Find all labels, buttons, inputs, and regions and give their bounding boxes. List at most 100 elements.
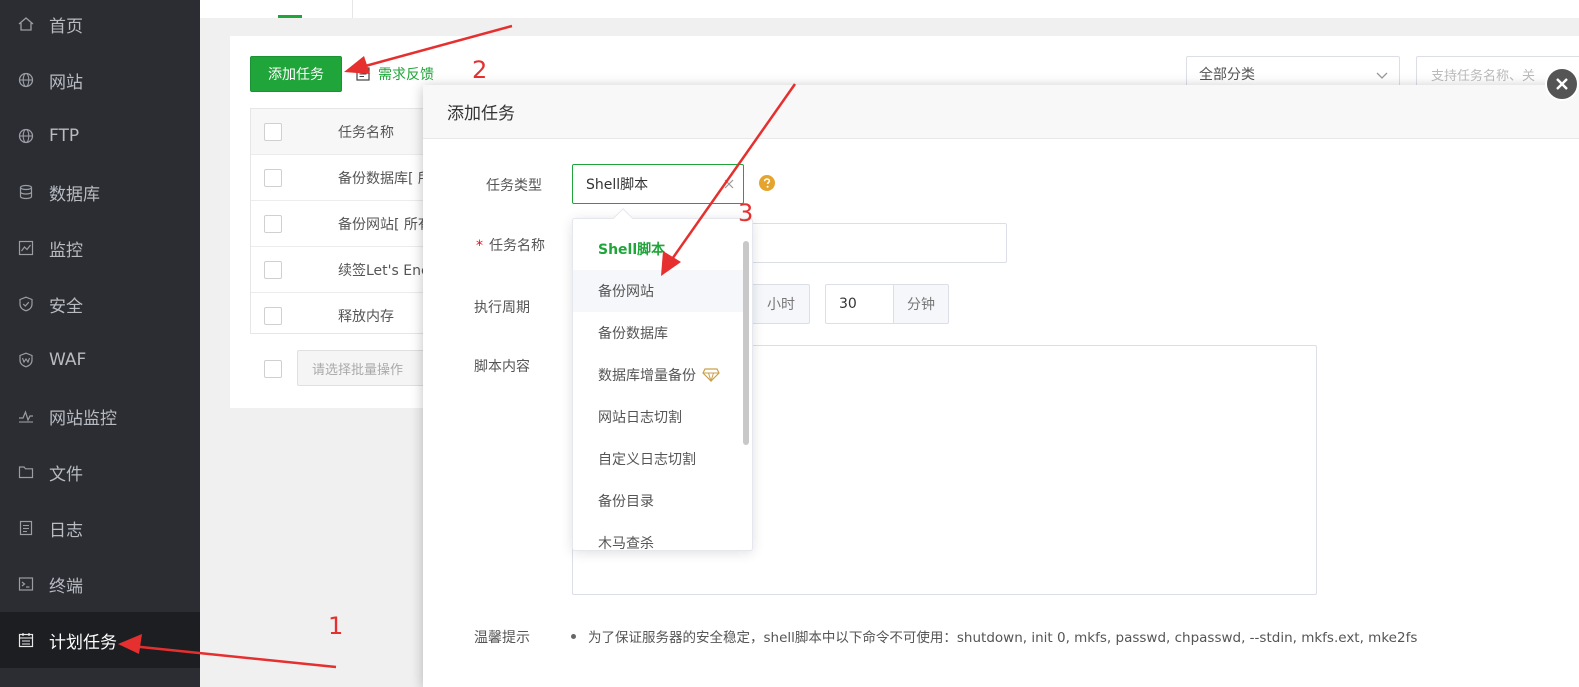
task-name-label: * 任务名称 — [476, 235, 545, 255]
sidebar-item-ftp[interactable]: FTP — [0, 108, 200, 164]
sidebar-item-label: 网站 — [49, 72, 83, 93]
sidebar: 首页 网站 FTP 数据库 监控 安全 WAF 网站监控 文件 日志 终端 计划… — [0, 0, 200, 687]
row-checkbox[interactable] — [264, 260, 282, 279]
tips-label: 温馨提示 — [474, 630, 530, 646]
feedback-icon — [356, 67, 370, 81]
tab-divider — [352, 0, 353, 18]
feedback-label: 需求反馈 — [378, 67, 434, 83]
dialog-close-button[interactable] — [1545, 67, 1579, 101]
row-checkbox[interactable] — [264, 214, 282, 233]
required-mark: * — [476, 238, 483, 254]
annotation-label-1: 1 — [328, 612, 344, 640]
option-label: 数据库增量备份 — [598, 368, 696, 384]
sidebar-item-label: 计划任务 — [49, 632, 117, 653]
column-header-task-name: 任务名称 — [338, 124, 394, 141]
sidebar-item-label: WAF — [49, 350, 87, 370]
option-site-log-rotation[interactable]: 网站日志切割 — [573, 396, 743, 438]
close-icon — [1556, 78, 1568, 90]
help-icon[interactable] — [759, 175, 775, 191]
option-backup-database[interactable]: 备份数据库 — [573, 312, 743, 354]
annotation-label-2: 2 — [472, 56, 488, 84]
row-checkbox[interactable] — [264, 168, 282, 187]
select-all-checkbox[interactable] — [264, 122, 282, 141]
close-icon[interactable] — [723, 178, 735, 190]
task-name-label-text: 任务名称 — [489, 238, 545, 254]
sidebar-item-label: 终端 — [49, 576, 83, 597]
feedback-link[interactable]: 需求反馈 — [356, 62, 434, 86]
sidebar-item-site-monitor[interactable]: 网站监控 — [0, 388, 200, 444]
sidebar-item-terminal[interactable]: 终端 — [0, 556, 200, 612]
calendar-icon — [18, 632, 34, 648]
premium-gem-icon — [702, 368, 720, 382]
task-table: 任务名称 备份数据库[ 所 备份网站[ 所有 续签Let's Encr 释放内存 — [250, 108, 430, 334]
sidebar-item-monitor[interactable]: 监控 — [0, 220, 200, 276]
sidebar-item-label: 日志 — [49, 520, 83, 541]
sidebar-item-security[interactable]: 安全 — [0, 276, 200, 332]
shield-icon — [18, 352, 34, 368]
table-row: 备份数据库[ 所 — [251, 155, 430, 201]
globe-icon — [18, 128, 34, 144]
sidebar-item-label: 网站监控 — [49, 408, 117, 429]
sidebar-item-home[interactable]: 首页 — [0, 0, 200, 52]
dialog-title: 添加任务 — [423, 85, 1579, 139]
table-row: 续签Let's Encr — [251, 247, 430, 293]
category-filter-value: 全部分类 — [1199, 67, 1255, 83]
tips-text: 为了保证服务器的安全稳定，shell脚本中以下命令不可使用：shutdown, … — [571, 626, 1417, 646]
document-icon — [18, 520, 34, 536]
task-type-dropdown: Shell脚本 备份网站 备份数据库 数据库增量备份 网站日志切割 自定义日志切… — [572, 218, 753, 551]
minute-unit-label: 分钟 — [893, 284, 949, 324]
sidebar-item-websites[interactable]: 网站 — [0, 52, 200, 108]
option-backup-directory[interactable]: 备份目录 — [573, 480, 743, 522]
task-name-cell: 备份网站[ 所有 — [338, 216, 430, 233]
table-row: 备份网站[ 所有 — [251, 201, 430, 247]
sidebar-item-logs[interactable]: 日志 — [0, 500, 200, 556]
sidebar-item-label: 监控 — [49, 240, 83, 261]
sidebar-item-label: FTP — [49, 126, 80, 146]
home-icon — [18, 16, 34, 32]
row-checkbox[interactable] — [264, 306, 282, 325]
tips-text-content: 为了保证服务器的安全稳定，shell脚本中以下命令不可使用：shutdown, … — [588, 630, 1418, 646]
option-incremental-db-backup[interactable]: 数据库增量备份 — [573, 354, 743, 396]
period-label: 执行周期 — [474, 300, 530, 316]
table-row: 释放内存 — [251, 293, 429, 333]
task-type-label: 任务类型 — [486, 178, 542, 194]
sidebar-item-label: 安全 — [49, 296, 83, 317]
task-name-input[interactable] — [750, 223, 1007, 263]
batch-select-checkbox[interactable] — [264, 360, 282, 378]
folder-icon — [18, 464, 34, 480]
script-content-label: 脚本内容 — [474, 359, 530, 375]
option-custom-log-rotation[interactable]: 自定义日志切割 — [573, 438, 743, 480]
option-shell-script[interactable]: Shell脚本 — [573, 228, 743, 270]
sidebar-item-files[interactable]: 文件 — [0, 444, 200, 500]
sidebar-item-scheduled-tasks[interactable]: 计划任务 — [0, 612, 200, 668]
annotation-label-3: 3 — [738, 199, 754, 227]
terminal-icon — [18, 576, 34, 592]
minute-input[interactable]: 30 — [825, 284, 893, 324]
sidebar-item-label: 文件 — [49, 464, 83, 485]
sidebar-item-label: 首页 — [49, 16, 83, 37]
tip-bullet — [571, 633, 576, 639]
monitor-icon — [18, 240, 34, 256]
task-name-cell: 续签Let's Encr — [338, 262, 430, 279]
task-type-select[interactable]: Shell脚本 — [572, 164, 744, 204]
task-type-value: Shell脚本 — [586, 177, 649, 193]
option-trojan-scan[interactable]: 木马查杀 — [573, 522, 743, 550]
chevron-down-icon — [1376, 72, 1388, 79]
sidebar-item-database[interactable]: 数据库 — [0, 164, 200, 220]
shield-icon — [18, 296, 34, 312]
database-icon — [18, 184, 34, 200]
hour-unit-label: 小时 — [752, 284, 810, 324]
dropdown-scrollbar[interactable] — [743, 241, 749, 445]
option-backup-website[interactable]: 备份网站 — [573, 270, 743, 312]
sidebar-item-waf[interactable]: WAF — [0, 332, 200, 388]
table-header-row: 任务名称 — [251, 109, 429, 155]
task-name-cell: 释放内存 — [338, 308, 394, 325]
top-tab-bar — [200, 0, 1579, 18]
batch-operation-select[interactable]: 请选择批量操作 — [297, 350, 427, 386]
globe-icon — [18, 72, 34, 88]
sidebar-item-label: 数据库 — [49, 184, 100, 205]
task-name-cell: 备份数据库[ 所 — [338, 170, 430, 187]
add-task-button[interactable]: 添加任务 — [250, 56, 342, 92]
pulse-icon — [18, 408, 34, 424]
active-tab-indicator[interactable] — [278, 15, 302, 18]
